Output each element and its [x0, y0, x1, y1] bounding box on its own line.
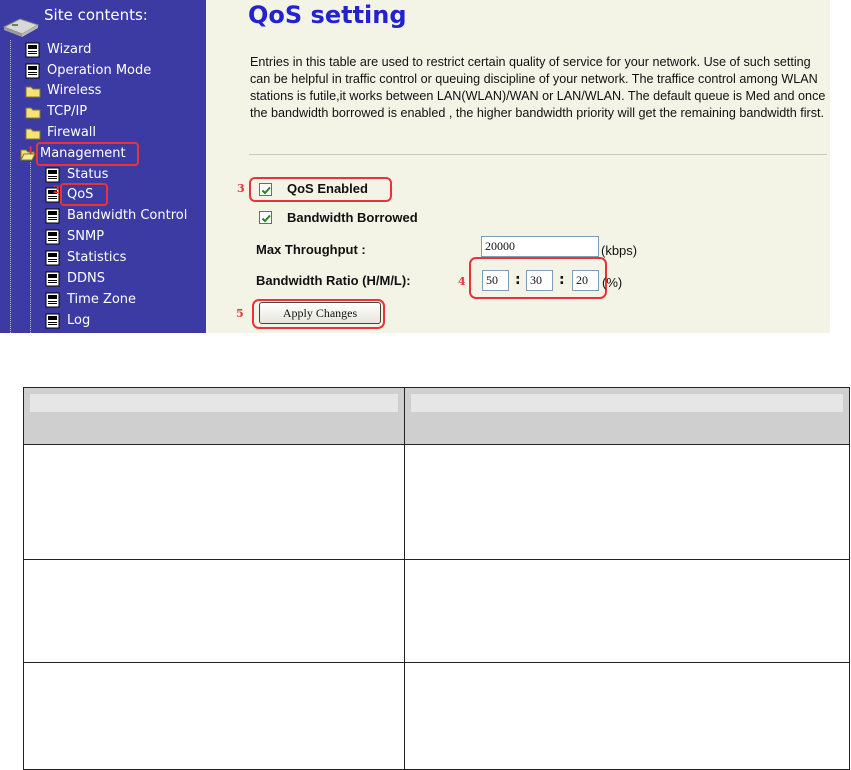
bandwidth-low-input[interactable]: 20	[572, 270, 599, 291]
sidebar-item-label: Status	[67, 167, 109, 182]
page-title: QoS setting	[248, 1, 407, 29]
page-description: Entries in this table are used to restri…	[250, 55, 826, 120]
annotation-marker-3: 3	[237, 182, 245, 195]
page-icon	[25, 42, 41, 58]
max-throughput-label: Max Throughput :	[256, 242, 366, 257]
annotation-marker-2: 2	[53, 185, 60, 196]
table-header-cell	[23, 387, 405, 445]
description-table	[23, 387, 850, 770]
tree-line	[30, 162, 31, 333]
tree-line	[10, 40, 11, 333]
sidebar-item-label: DDNS	[67, 271, 105, 286]
divider	[249, 154, 827, 155]
main-panel: QoS setting Entries in this table are us…	[206, 0, 830, 333]
folder-icon	[25, 125, 41, 141]
table-cell	[23, 444, 405, 560]
table-cell	[23, 662, 405, 770]
page-icon	[25, 63, 41, 79]
apply-changes-button[interactable]: Apply Changes	[259, 302, 381, 324]
table-cell	[404, 662, 850, 770]
sidebar-item-label: SNMP	[67, 229, 105, 244]
table-cell	[404, 444, 850, 560]
sidebar: Site contents: Wizard Operation Mode Wir…	[0, 0, 206, 333]
table-header-cell	[404, 387, 850, 445]
highlight-qos	[60, 183, 108, 206]
sidebar-item-label: TCP/IP	[47, 104, 88, 119]
page-icon	[45, 292, 61, 308]
annotation-marker-5: 5	[236, 307, 244, 320]
sidebar-item-label: Wireless	[47, 83, 102, 98]
page-icon	[45, 313, 61, 329]
bandwidth-high-input[interactable]: 50	[482, 270, 509, 291]
highlight-management	[36, 142, 139, 166]
sidebar-item-label: Operation Mode	[47, 63, 152, 78]
sidebar-item-label: Time Zone	[67, 292, 137, 307]
folder-icon	[25, 104, 41, 120]
max-throughput-input[interactable]: 20000	[481, 236, 599, 257]
sidebar-title: Site contents:	[44, 6, 148, 24]
sidebar-item-label: Firewall	[47, 125, 97, 140]
page-icon	[45, 271, 61, 287]
qos-enabled-label: QoS Enabled	[287, 181, 368, 196]
bandwidth-ratio-unit: (%)	[602, 275, 623, 290]
ratio-separator: :	[559, 272, 565, 288]
folder-icon	[25, 83, 41, 99]
table-header-shade	[30, 394, 398, 412]
table-cell	[23, 559, 405, 663]
bandwidth-med-input[interactable]: 30	[526, 270, 553, 291]
sidebar-item-label: Log	[67, 313, 91, 328]
annotation-marker-4: 4	[458, 275, 466, 288]
sidebar-item-label: Bandwidth Control	[67, 208, 188, 223]
ratio-separator: :	[515, 272, 521, 288]
annotation-marker-1: 1	[27, 146, 34, 157]
page-icon	[45, 208, 61, 224]
bandwidth-ratio-label: Bandwidth Ratio (H/M/L):	[256, 273, 411, 288]
max-throughput-unit: (kbps)	[601, 243, 638, 258]
page-icon	[45, 229, 61, 245]
qos-enabled-checkbox[interactable]	[259, 183, 272, 196]
bandwidth-borrowed-checkbox[interactable]	[259, 211, 272, 224]
table-cell	[404, 559, 850, 663]
sidebar-item-label: Statistics	[67, 250, 127, 265]
page-icon	[45, 250, 61, 266]
page-icon	[45, 167, 61, 183]
sidebar-item-label: Wizard	[47, 42, 92, 57]
bandwidth-borrowed-label: Bandwidth Borrowed	[287, 210, 418, 225]
site-contents-icon	[2, 7, 42, 37]
table-header-shade	[411, 394, 843, 412]
sidebar-header: Site contents:	[0, 3, 206, 37]
